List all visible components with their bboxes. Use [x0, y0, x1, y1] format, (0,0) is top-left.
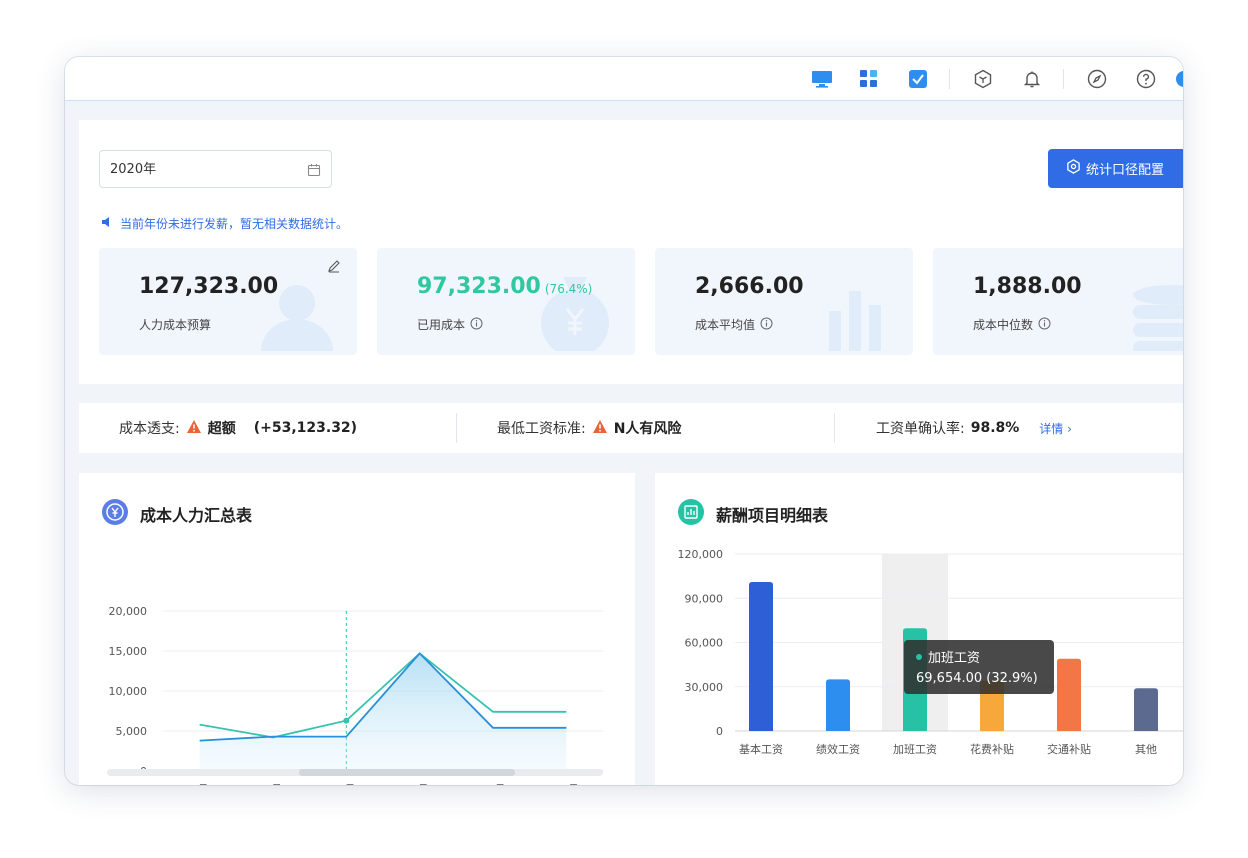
bar	[826, 679, 850, 731]
x-tick-label: 交通补贴	[1047, 742, 1091, 756]
overdraft-label: 成本透支:	[119, 421, 180, 437]
kpi-label: 人力成本预算	[139, 318, 212, 332]
status-strip: 成本透支: 超额 (+53,123.32) 最低工资标准: N人有风险 工资单确…	[79, 403, 1183, 453]
kpi-label: 成本平均值	[695, 318, 756, 332]
details-link[interactable]: 详情 ›	[1039, 420, 1072, 437]
payslip-confirm-rate: 工资单确认率: 98.8% 详情 ›	[876, 418, 1072, 438]
app-window: 统计口径配置 当前年份未进行发薪，暂无相关数据统计。 127,323.00 人力…	[65, 57, 1183, 785]
bar-chart[interactable]: 030,00060,00090,000120,000基本工资 绩效工资 加班工资 花费…	[655, 473, 1183, 785]
calendar-icon[interactable]	[307, 162, 321, 181]
kpi-card-average: 2,666.00 成本平均值	[655, 248, 913, 355]
overdraft-amount: (+53,123.32)	[253, 420, 358, 436]
bar-chart-icon	[813, 271, 913, 355]
compass-icon[interactable]	[1086, 68, 1108, 90]
kpi-value: 97,323.00	[417, 274, 541, 299]
y-tick-label: 10,000	[109, 685, 148, 698]
tooltip-value: 69,654.00 (32.9%)	[916, 671, 1038, 686]
min-wage-status: 最低工资标准: N人有风险	[497, 418, 681, 438]
x-tick-label: 8月	[337, 783, 355, 785]
bell-icon[interactable]	[1021, 68, 1043, 90]
info-icon[interactable]	[470, 317, 483, 333]
monitor-icon[interactable]	[811, 68, 833, 90]
x-tick-label: 绩效工资	[816, 742, 860, 756]
confirm-rate-label: 工资单确认率:	[876, 421, 965, 437]
notice-text: 当前年份未进行发薪，暂无相关数据统计。	[120, 217, 349, 231]
y-tick-label: 60,000	[685, 637, 724, 650]
x-tick-label: 7月	[264, 783, 282, 785]
y-tick-label: 20,000	[109, 605, 148, 618]
kpi-card-used-cost: 97,323.00 (76.4%) 已用成本	[377, 248, 635, 355]
toolbar-divider	[1063, 69, 1064, 89]
min-wage-label: 最低工资标准:	[497, 421, 586, 437]
stats-config-label: 统计口径配置	[1086, 163, 1165, 178]
notice-bar: 当前年份未进行发薪，暂无相关数据统计。	[101, 215, 348, 232]
kpi-label: 已用成本	[417, 318, 466, 332]
bar	[1057, 658, 1081, 731]
help-icon[interactable]	[1135, 68, 1157, 90]
series-dot	[916, 653, 922, 660]
kpi-value: 2,666.00	[695, 274, 804, 299]
kpi-value: 1,888.00	[973, 274, 1082, 299]
kpi-percent: (76.4%)	[544, 282, 593, 296]
cost-summary-card: 成本人力汇总表 05,00010,00015,00020,0006月7月8月9月…	[79, 473, 635, 785]
kpi-value: 127,323.00	[139, 274, 279, 299]
info-icon[interactable]	[1038, 317, 1051, 333]
edit-icon[interactable]	[327, 258, 341, 277]
apps-icon[interactable]	[858, 68, 880, 90]
database-icon	[1131, 271, 1183, 355]
settings-icon	[1066, 159, 1081, 178]
bar	[749, 582, 773, 731]
y-tick-label: 5,000	[116, 725, 148, 738]
kpi-card-budget: 127,323.00 人力成本预算	[99, 248, 357, 355]
year-picker[interactable]	[99, 150, 332, 188]
warning-icon	[592, 419, 608, 438]
x-tick-label: 花费补贴	[970, 742, 1014, 756]
scroll-thumb	[299, 769, 515, 776]
y-tick-label: 15,000	[109, 645, 148, 658]
chart-tooltip: 加班工资 69,654.00 (32.9%)	[904, 640, 1054, 694]
tooltip-name: 加班工资	[928, 651, 981, 666]
y-tick-label: 120,000	[678, 548, 724, 561]
stats-config-button[interactable]: 统计口径配置	[1048, 149, 1183, 188]
x-tick-label: 6月	[191, 783, 209, 785]
x-tick-label: 加班工资	[893, 743, 937, 756]
info-icon[interactable]	[760, 317, 773, 333]
kpi-card-median: 1,888.00 成本中位数	[933, 248, 1183, 355]
kpi-label: 成本中位数	[973, 318, 1034, 332]
top-toolbar	[65, 57, 1183, 101]
confirm-rate-value: 98.8%	[970, 420, 1020, 436]
overview-panel: 统计口径配置 当前年份未进行发薪，暂无相关数据统计。 127,323.00 人力…	[79, 120, 1183, 384]
divider	[834, 413, 835, 443]
y-tick-label: 90,000	[685, 592, 724, 605]
x-tick-label: 其他	[1135, 743, 1157, 756]
warning-icon	[186, 419, 202, 438]
y-tick-label: 0	[716, 725, 723, 738]
speaker-icon	[101, 216, 113, 231]
salary-items-card: 薪酬项目明细表 0 30,000 60,000 90,000 120,000 基本工资 绩效…	[655, 473, 1183, 785]
divider	[456, 413, 457, 443]
x-tick-label: 9月	[411, 783, 429, 785]
year-input[interactable]	[110, 160, 290, 175]
bar	[1134, 688, 1158, 731]
toolbar-divider	[949, 69, 950, 89]
x-tick-label: 11月	[554, 783, 579, 785]
settings-hex-icon[interactable]	[972, 68, 994, 90]
x-tick-label: 10月	[481, 783, 506, 785]
highlight-point	[343, 717, 350, 724]
overdraft-value: 超额	[207, 421, 236, 437]
min-wage-value: N人有风险	[613, 421, 682, 437]
line-chart[interactable]: 05,00010,00015,00020,0006月7月8月9月10月11月	[79, 473, 635, 785]
x-tick-label: 基本工资	[739, 742, 783, 756]
overdraft-status: 成本透支: 超额 (+53,123.32)	[119, 418, 357, 438]
avatar[interactable]	[1173, 68, 1183, 90]
y-tick-label: 30,000	[685, 681, 724, 694]
checkbox-icon[interactable]	[907, 68, 929, 90]
